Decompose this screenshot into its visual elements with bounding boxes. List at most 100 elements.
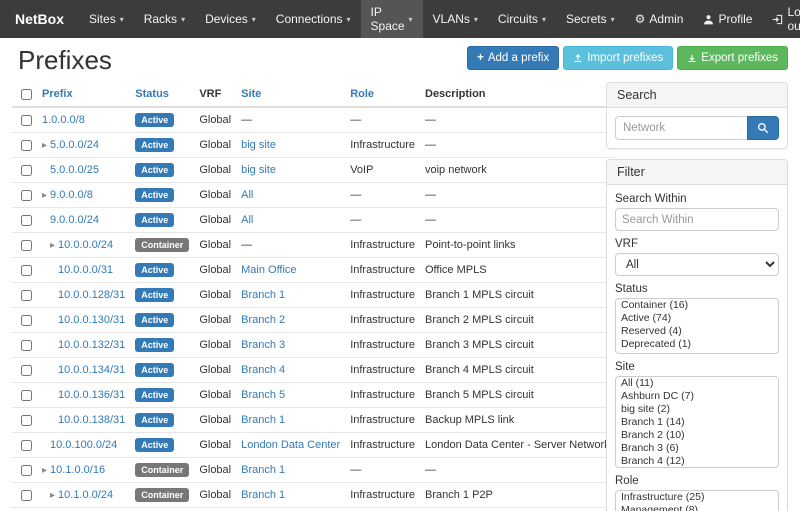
search-within-input[interactable] <box>615 208 779 231</box>
prefix-link[interactable]: 10.0.0.136/31 <box>58 389 125 401</box>
site-link[interactable]: Branch 4 <box>241 364 285 376</box>
site-link[interactable]: All <box>241 189 253 201</box>
site-link[interactable]: Branch 1 <box>241 289 285 301</box>
column-header-site[interactable]: Site <box>236 82 345 107</box>
filter-option[interactable]: Deprecated (1) <box>616 338 778 351</box>
checkbox-cell <box>12 308 37 333</box>
filter-option[interactable]: Ashburn DC (7) <box>616 390 778 403</box>
prefix-link[interactable]: 10.0.0.134/31 <box>58 364 125 376</box>
prefix-link[interactable]: 10.0.0.0/24 <box>58 239 113 251</box>
nav-item-devices[interactable]: Devices▾ <box>195 0 266 38</box>
row-checkbox[interactable] <box>21 165 32 176</box>
status-filter-list[interactable]: Container (16)Active (74)Reserved (4)Dep… <box>615 298 779 354</box>
select-all-checkbox[interactable] <box>21 89 32 100</box>
row-checkbox[interactable] <box>21 415 32 426</box>
row-checkbox[interactable] <box>21 190 32 201</box>
site-link[interactable]: London Data Center <box>241 439 340 451</box>
row-checkbox[interactable] <box>21 115 32 126</box>
filter-option[interactable]: Infrastructure (25) <box>616 491 778 504</box>
row-checkbox[interactable] <box>21 340 32 351</box>
filter-option[interactable]: Reserved (4) <box>616 325 778 338</box>
site-filter-list[interactable]: All (11)Ashburn DC (7)big site (2)Branch… <box>615 376 779 468</box>
column-sort-link[interactable]: Site <box>241 88 261 100</box>
row-checkbox[interactable] <box>21 240 32 251</box>
nav-item-circuits[interactable]: Circuits▾ <box>488 0 556 38</box>
vrf-cell: Global <box>194 283 236 308</box>
nav-item-admin[interactable]: ⚙ Admin <box>625 0 694 38</box>
nav-item-secrets[interactable]: Secrets▾ <box>556 0 625 38</box>
export-prefixes-button[interactable]: Export prefixes <box>677 46 788 70</box>
row-checkbox[interactable] <box>21 365 32 376</box>
prefix-link[interactable]: 10.1.0.0/16 <box>50 464 105 476</box>
nav-item-vlans[interactable]: VLANs▾ <box>423 0 488 38</box>
nav-item-ip-space[interactable]: IP Space▾ <box>361 0 423 38</box>
vrf-cell: Global <box>194 383 236 408</box>
nav-item-sites[interactable]: Sites▾ <box>79 0 134 38</box>
row-checkbox[interactable] <box>21 315 32 326</box>
column-header-prefix[interactable]: Prefix <box>37 82 130 107</box>
row-checkbox[interactable] <box>21 490 32 501</box>
filter-option[interactable]: Container (16) <box>616 299 778 312</box>
filter-option[interactable]: Management (8) <box>616 504 778 511</box>
site-link[interactable]: All <box>241 214 253 226</box>
site-link[interactable]: Branch 1 <box>241 489 285 501</box>
row-checkbox[interactable] <box>21 440 32 451</box>
nav-item-racks[interactable]: Racks▾ <box>134 0 195 38</box>
row-checkbox[interactable] <box>21 140 32 151</box>
nav-item-logout[interactable]: Log out <box>762 0 800 38</box>
row-checkbox[interactable] <box>21 290 32 301</box>
column-header-status[interactable]: Status <box>130 82 194 107</box>
site-link[interactable]: Branch 5 <box>241 389 285 401</box>
prefix-link[interactable]: 10.0.0.130/31 <box>58 314 125 326</box>
prefix-link[interactable]: 10.0.0.128/31 <box>58 289 125 301</box>
column-sort-link[interactable]: Role <box>350 88 374 100</box>
nav-item-connections[interactable]: Connections▾ <box>266 0 361 38</box>
filter-option[interactable]: All (11) <box>616 377 778 390</box>
filter-option[interactable]: Branch 4 (12) <box>616 455 778 468</box>
vrf-filter-select[interactable]: All <box>615 253 779 276</box>
site-link[interactable]: Main Office <box>241 264 296 276</box>
import-prefixes-button[interactable]: Import prefixes <box>563 46 673 70</box>
prefix-link[interactable]: 10.0.0.0/31 <box>58 264 113 276</box>
column-sort-link[interactable]: Status <box>135 88 169 100</box>
prefix-link[interactable]: 10.0.100.0/24 <box>50 439 117 451</box>
row-checkbox[interactable] <box>21 265 32 276</box>
site-link[interactable]: Branch 2 <box>241 314 285 326</box>
filter-option[interactable]: Branch 1 (14) <box>616 416 778 429</box>
site-link[interactable]: big site <box>241 139 276 151</box>
page-header: Prefixes + Add a prefix Import prefixes … <box>12 42 788 82</box>
filter-option[interactable]: Branch 3 (6) <box>616 442 778 455</box>
prefix-link[interactable]: 9.0.0.0/24 <box>50 214 99 226</box>
nav-item-label: Secrets <box>566 12 607 26</box>
prefix-link[interactable]: 10.1.0.0/24 <box>58 489 113 501</box>
prefix-link[interactable]: 1.0.0.0/8 <box>42 114 85 126</box>
status-cell: Active <box>130 133 194 158</box>
row-checkbox[interactable] <box>21 465 32 476</box>
search-button[interactable] <box>747 116 779 140</box>
role-cell: Infrastructure <box>345 483 420 508</box>
row-checkbox[interactable] <box>21 390 32 401</box>
prefix-link[interactable]: 9.0.0.0/8 <box>50 189 93 201</box>
site-link[interactable]: Branch 1 <box>241 414 285 426</box>
prefix-link[interactable]: 5.0.0.0/24 <box>50 139 99 151</box>
nav-item-label: Profile <box>718 12 752 26</box>
prefix-list: PrefixStatusVRFSiteRoleDescription 1.0.0… <box>12 82 592 511</box>
filter-option[interactable]: Branch 2 (10) <box>616 429 778 442</box>
app-brand[interactable]: NetBox <box>0 0 79 38</box>
prefix-link[interactable]: 5.0.0.0/25 <box>50 164 99 176</box>
site-link[interactable]: Branch 1 <box>241 464 285 476</box>
prefix-cell: ▸5.0.0.0/24 <box>37 133 130 158</box>
row-checkbox[interactable] <box>21 215 32 226</box>
site-link[interactable]: big site <box>241 164 276 176</box>
nav-item-profile[interactable]: Profile <box>693 0 762 38</box>
add-prefix-button[interactable]: + Add a prefix <box>467 46 559 70</box>
role-filter-list[interactable]: Infrastructure (25)Management (8)Private… <box>615 490 779 511</box>
prefix-link[interactable]: 10.0.0.132/31 <box>58 339 125 351</box>
column-sort-link[interactable]: Prefix <box>42 88 73 100</box>
prefix-link[interactable]: 10.0.0.138/31 <box>58 414 125 426</box>
column-header-role[interactable]: Role <box>345 82 420 107</box>
filter-option[interactable]: Active (74) <box>616 312 778 325</box>
search-input[interactable] <box>615 116 747 140</box>
site-link[interactable]: Branch 3 <box>241 339 285 351</box>
filter-option[interactable]: big site (2) <box>616 403 778 416</box>
